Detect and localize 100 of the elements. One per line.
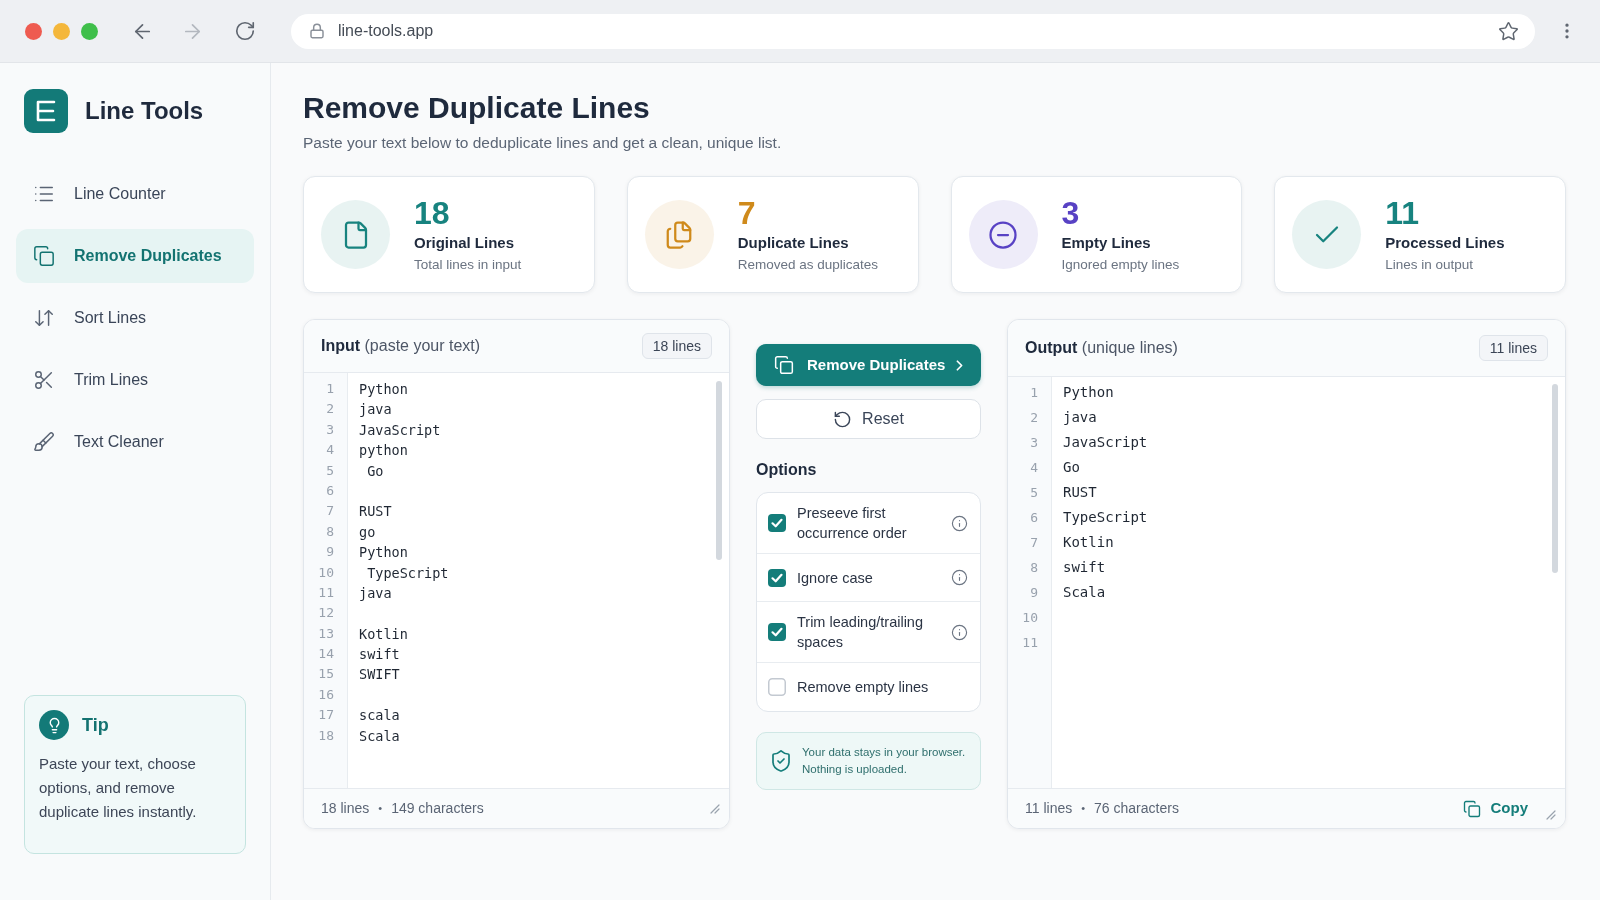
code-line: Kotlin [359, 624, 408, 644]
checkbox[interactable] [768, 678, 786, 696]
code-line: RUST [1063, 483, 1097, 502]
code-line: Python [359, 543, 408, 563]
panel-title: Output (unique lines) [1025, 338, 1178, 358]
line-number: 11 [1022, 634, 1038, 652]
option-label: Preseeve first occurrence order [797, 504, 908, 543]
nav-item[interactable]: Text Cleaner [16, 415, 254, 469]
line-number: 9 [326, 543, 334, 562]
lightbulb-icon [39, 710, 69, 740]
code-line: Scala [359, 726, 400, 746]
checkbox[interactable] [768, 623, 786, 641]
code-line: java [1063, 408, 1097, 427]
address-bar[interactable]: line-tools.app [291, 13, 1535, 49]
page-title: Remove Duplicate Lines [303, 90, 651, 126]
line-number: 8 [1030, 559, 1038, 577]
bullet-separator: • [378, 801, 383, 817]
copy-icon [774, 355, 794, 375]
line-number: 7 [326, 502, 334, 521]
line-number: 10 [318, 563, 334, 582]
stat-label: Original Lines [414, 233, 515, 253]
line-number: 12 [318, 604, 334, 623]
option-label: Ignore case [797, 568, 874, 588]
code-line: go [359, 522, 376, 542]
info-icon[interactable] [951, 514, 968, 532]
rotate-arrow-icon [833, 409, 853, 429]
copy-button[interactable]: Copy [1462, 797, 1528, 820]
reset-button[interactable]: Reset [756, 399, 981, 439]
stat-value: 3 [1061, 195, 1080, 231]
code-line: Go [1063, 458, 1080, 477]
line-count-badge: 18 lines [641, 333, 712, 359]
code-line: python [359, 441, 408, 461]
text-input-area[interactable]: Python java JavaScript python Go RUST go Python TypeScript java Kotlin swift SWIFT scala Scala [348, 373, 709, 788]
line-number: 4 [326, 441, 334, 460]
nav-item[interactable]: Line Counter [16, 167, 254, 221]
option-label: Remove empty lines [797, 678, 930, 697]
lock-icon [309, 23, 325, 39]
stat-caption: Removed as duplicates [737, 256, 879, 274]
nav-item[interactable]: Sort Lines [16, 291, 254, 345]
resize-grip-icon[interactable] [710, 803, 720, 814]
bookmark-star-icon[interactable] [1498, 20, 1519, 42]
line-number: 5 [326, 461, 334, 480]
code-line: Python [1063, 383, 1114, 402]
code-line: Python [359, 380, 408, 399]
app-name: Line Tools [85, 96, 204, 126]
code-line: java [359, 583, 392, 603]
stat-caption: Total lines in input [414, 256, 522, 274]
info-icon[interactable] [951, 569, 968, 586]
reload-icon[interactable] [234, 20, 256, 42]
line-number: 6 [326, 481, 334, 500]
line-number: 3 [1030, 434, 1038, 452]
line-number: 4 [1030, 459, 1038, 477]
stat-caption: Lines in output [1385, 256, 1474, 274]
character-count-text: 149 characters [391, 799, 484, 818]
resize-grip-icon[interactable] [1546, 809, 1556, 820]
sort-arrows-icon [33, 307, 55, 329]
code-line: JavaScript [359, 420, 441, 440]
nav-item[interactable]: Remove Duplicates [16, 229, 254, 283]
code-line: Go [366, 461, 384, 481]
scissors-icon [33, 369, 55, 391]
code-line: swift [1063, 558, 1106, 577]
page-subtitle: Paste your text below to deduplicate lines and get a clean, unique list. [303, 133, 783, 153]
checkbox[interactable] [768, 514, 786, 532]
line-number: 14 [318, 645, 334, 664]
stat-value: 18 [414, 195, 450, 231]
line-number: 2 [326, 400, 334, 419]
line-number: 10 [1022, 609, 1038, 627]
line-number: 15 [318, 665, 334, 684]
line-number: 17 [318, 706, 334, 725]
code-line: RUST [359, 502, 392, 522]
nav-item[interactable]: Trim Lines [16, 353, 254, 407]
line-number: 18 [318, 726, 334, 745]
line-number: 2 [1030, 409, 1038, 427]
scrollbar-thumb[interactable] [716, 381, 722, 560]
line-number: 6 [1030, 509, 1038, 527]
line-number: 1 [326, 380, 334, 398]
privacy-text: Your data stays in your browser. Nothing is uploaded. [802, 745, 967, 777]
scrollbar-thumb[interactable] [1552, 384, 1558, 573]
line-number: 13 [318, 624, 334, 643]
code-line: SWIFT [359, 665, 400, 685]
line-number: 1 [1030, 384, 1038, 402]
line-number: 11 [318, 583, 334, 602]
line-number: 8 [326, 522, 334, 541]
checkbox[interactable] [768, 568, 786, 587]
remove-duplicates-button[interactable]: Remove Duplicates [756, 344, 981, 386]
stat-value: 11 [1385, 195, 1420, 231]
line-count-text: 11 lines [1025, 799, 1073, 818]
line-number: 3 [326, 420, 334, 439]
line-count-text: 18 lines [321, 799, 370, 818]
url-text: line-tools.app [338, 21, 434, 41]
tip-title: Tip [82, 713, 109, 737]
shield-check-icon [769, 749, 793, 773]
option-label: Trim leading/trailing spaces [797, 613, 924, 652]
line-number: 7 [1030, 534, 1038, 552]
line-number: 16 [318, 685, 334, 704]
info-icon[interactable] [951, 623, 968, 641]
stat-caption: Ignored empty lines [1061, 256, 1180, 274]
stat-label: Processed Lines [1385, 233, 1505, 253]
code-line: Kotlin [1063, 533, 1114, 552]
copy-icon [33, 245, 55, 267]
